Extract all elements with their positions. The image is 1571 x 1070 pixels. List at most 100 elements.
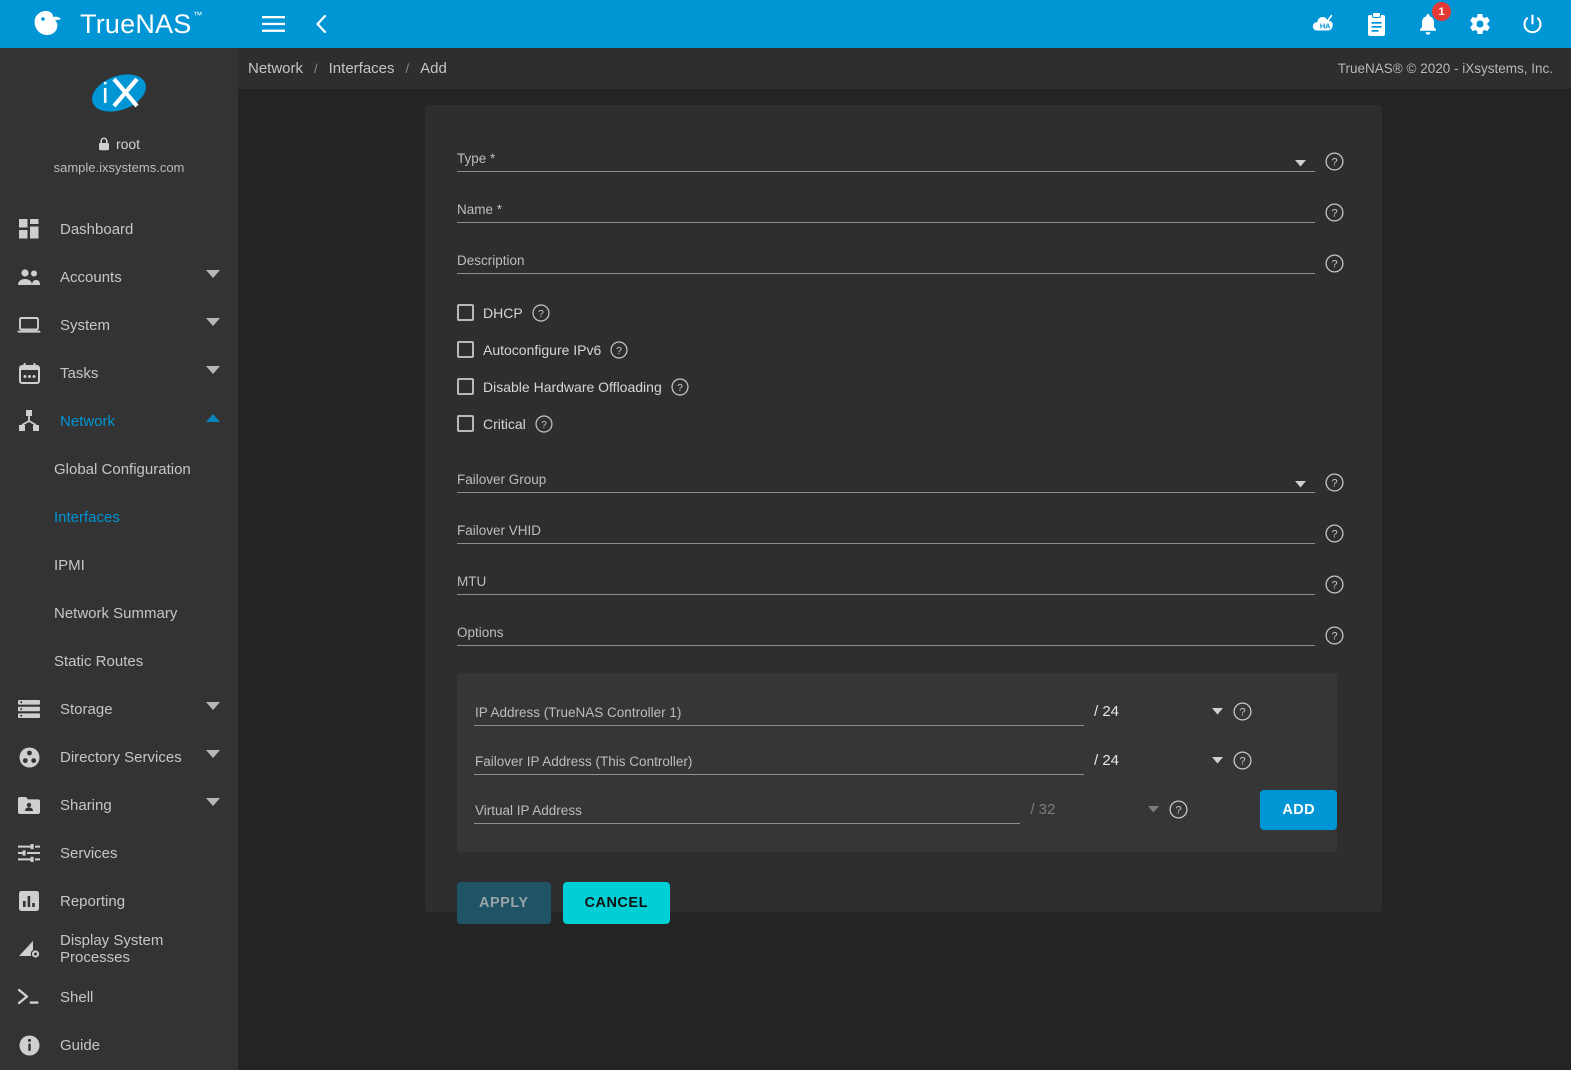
chevron-down-icon[interactable] [1212, 757, 1224, 764]
gear-icon[interactable] [1467, 11, 1493, 37]
critical-checkbox[interactable] [457, 415, 474, 432]
help-icon[interactable]: ? [671, 377, 689, 396]
help-icon[interactable]: ? [532, 303, 550, 322]
failover-ip-address-label: Failover IP Address (This Controller) [475, 754, 693, 769]
chevron-down-icon[interactable] [206, 366, 220, 380]
sidebar-item-label: System [60, 316, 111, 334]
netmask-value: / 24 [1094, 703, 1120, 720]
sidebar-item-sharing[interactable]: Sharing [0, 781, 238, 829]
chevron-down-icon[interactable] [206, 318, 220, 332]
truenas-app-window: TrueNAS ™ HA 1 Network / Interfaces / Ad… [0, 0, 1571, 1070]
sidebar-item-services[interactable]: Services [0, 829, 238, 877]
svg-text:?: ? [538, 308, 544, 319]
chevron-down-icon[interactable] [206, 798, 220, 812]
chevron-left-icon[interactable] [308, 11, 334, 37]
sidebar-item-label: Shell [60, 988, 94, 1006]
help-icon[interactable]: ? [1325, 152, 1344, 171]
help-icon[interactable]: ? [1325, 473, 1344, 492]
help-icon[interactable]: ? [1169, 800, 1188, 819]
notifications-bell-icon[interactable]: 1 [1415, 2, 1451, 37]
form-actions: APPLY CANCEL [440, 852, 1354, 924]
breadcrumb-item-network[interactable]: Network [248, 60, 303, 77]
sidebar-item-interfaces[interactable]: Interfaces [0, 493, 238, 541]
help-icon[interactable]: ? [1233, 702, 1252, 721]
virtual-ip-address-label: Virtual IP Address [475, 803, 582, 818]
disable-hardware-offloading-checkbox-row[interactable]: Disable Hardware Offloading ? [440, 368, 1354, 405]
failover-group-field[interactable]: Failover Group ? [440, 454, 1354, 505]
autoconfigure-ipv6-checkbox[interactable] [457, 341, 474, 358]
virtual-ip-address-underline [474, 823, 1021, 824]
help-icon[interactable]: ? [1233, 751, 1252, 770]
sidebar-subitem-label: Static Routes [54, 652, 144, 670]
sidebar-item-label: Services [60, 844, 118, 862]
sidebar-item-tasks[interactable]: Tasks [0, 349, 238, 397]
dhcp-checkbox[interactable] [457, 304, 474, 321]
sidebar-item-guide[interactable]: Guide [0, 1021, 238, 1069]
sidebar-item-directory-services[interactable]: Directory Services [0, 733, 238, 781]
sidebar-item-network[interactable]: Network [0, 397, 238, 445]
ha-cloud-icon[interactable]: HA [1311, 11, 1337, 37]
chevron-down-icon[interactable] [206, 702, 220, 716]
add-ip-button[interactable]: ADD [1260, 789, 1337, 830]
ip-address-controller1-field[interactable]: IP Address (TrueNAS Controller 1) [474, 687, 1084, 736]
autoconfigure-ipv6-checkbox-row[interactable]: Autoconfigure IPv6 ? [440, 331, 1354, 368]
brand-logo-area[interactable]: TrueNAS ™ [0, 0, 238, 48]
services-sliders-icon [14, 841, 44, 865]
sidebar-subitem-label: Network Summary [54, 604, 178, 622]
svg-text:?: ? [1331, 478, 1337, 490]
chevron-down-icon[interactable] [1295, 160, 1306, 167]
sidebar-item-accounts[interactable]: Accounts [0, 253, 238, 301]
copyright-text: TrueNAS® © 2020 - iXsystems, Inc. [1337, 61, 1553, 76]
sidebar-item-shell[interactable]: Shell [0, 973, 238, 1021]
help-icon[interactable]: ? [1325, 575, 1344, 594]
apply-button[interactable]: APPLY [457, 882, 551, 924]
virtual-ip-address-field[interactable]: Virtual IP Address [474, 785, 1021, 834]
toolbar-left-controls [238, 11, 334, 37]
help-icon[interactable]: ? [610, 340, 628, 359]
breadcrumb-item-interfaces[interactable]: Interfaces [329, 60, 395, 77]
sidebar-item-system[interactable]: System [0, 301, 238, 349]
chevron-down-icon[interactable] [1295, 481, 1306, 488]
sidebar-item-ipmi[interactable]: IPMI [0, 541, 238, 589]
name-field[interactable]: Name * ? [440, 184, 1354, 235]
sidebar-item-label: Sharing [60, 796, 112, 814]
chevron-down-icon[interactable] [1148, 806, 1160, 813]
ip-address-controller1-underline [474, 725, 1084, 726]
power-icon[interactable] [1519, 11, 1545, 37]
critical-checkbox-row[interactable]: Critical ? [440, 405, 1354, 442]
help-icon[interactable]: ? [1325, 626, 1344, 645]
sidebar-item-static-routes[interactable]: Static Routes [0, 637, 238, 685]
chevron-up-icon[interactable] [206, 414, 220, 428]
type-field[interactable]: Type * ? [440, 133, 1354, 184]
ix-systems-logo: i [92, 74, 146, 112]
help-icon[interactable]: ? [1325, 254, 1344, 273]
help-icon[interactable]: ? [1325, 203, 1344, 222]
network-node-icon [14, 409, 44, 433]
sidebar-item-network-summary[interactable]: Network Summary [0, 589, 238, 637]
name-label: Name * [457, 202, 503, 217]
sidebar-item-reporting[interactable]: Reporting [0, 877, 238, 925]
hamburger-menu-icon[interactable] [260, 11, 286, 37]
mtu-field[interactable]: MTU ? [440, 556, 1354, 607]
help-icon[interactable]: ? [535, 414, 553, 433]
disable-hardware-offloading-checkbox[interactable] [457, 378, 474, 395]
options-field[interactable]: Options ? [440, 607, 1354, 658]
sidebar-item-dashboard[interactable]: Dashboard [0, 205, 238, 253]
sidebar-item-label: Guide [60, 1036, 101, 1054]
description-field[interactable]: Description ? [440, 235, 1354, 286]
chevron-down-icon[interactable] [206, 750, 220, 764]
dhcp-label: DHCP [483, 304, 523, 321]
chevron-down-icon[interactable] [206, 270, 220, 284]
failover-vhid-field[interactable]: Failover VHID ? [440, 505, 1354, 556]
failover-ip-address-field[interactable]: Failover IP Address (This Controller) [474, 736, 1084, 785]
sidebar-item-global-configuration[interactable]: Global Configuration [0, 445, 238, 493]
cancel-button[interactable]: CANCEL [562, 882, 670, 924]
sidebar-item-storage[interactable]: Storage [0, 685, 238, 733]
sidebar-item-display-system-processes[interactable]: Display System Processes [0, 925, 238, 973]
breadcrumb-item-add[interactable]: Add [420, 60, 447, 77]
dhcp-checkbox-row[interactable]: DHCP ? [440, 294, 1354, 331]
help-icon[interactable]: ? [1325, 524, 1344, 543]
svg-text:?: ? [616, 345, 622, 356]
clipboard-icon[interactable] [1363, 11, 1389, 37]
chevron-down-icon[interactable] [1212, 708, 1224, 715]
